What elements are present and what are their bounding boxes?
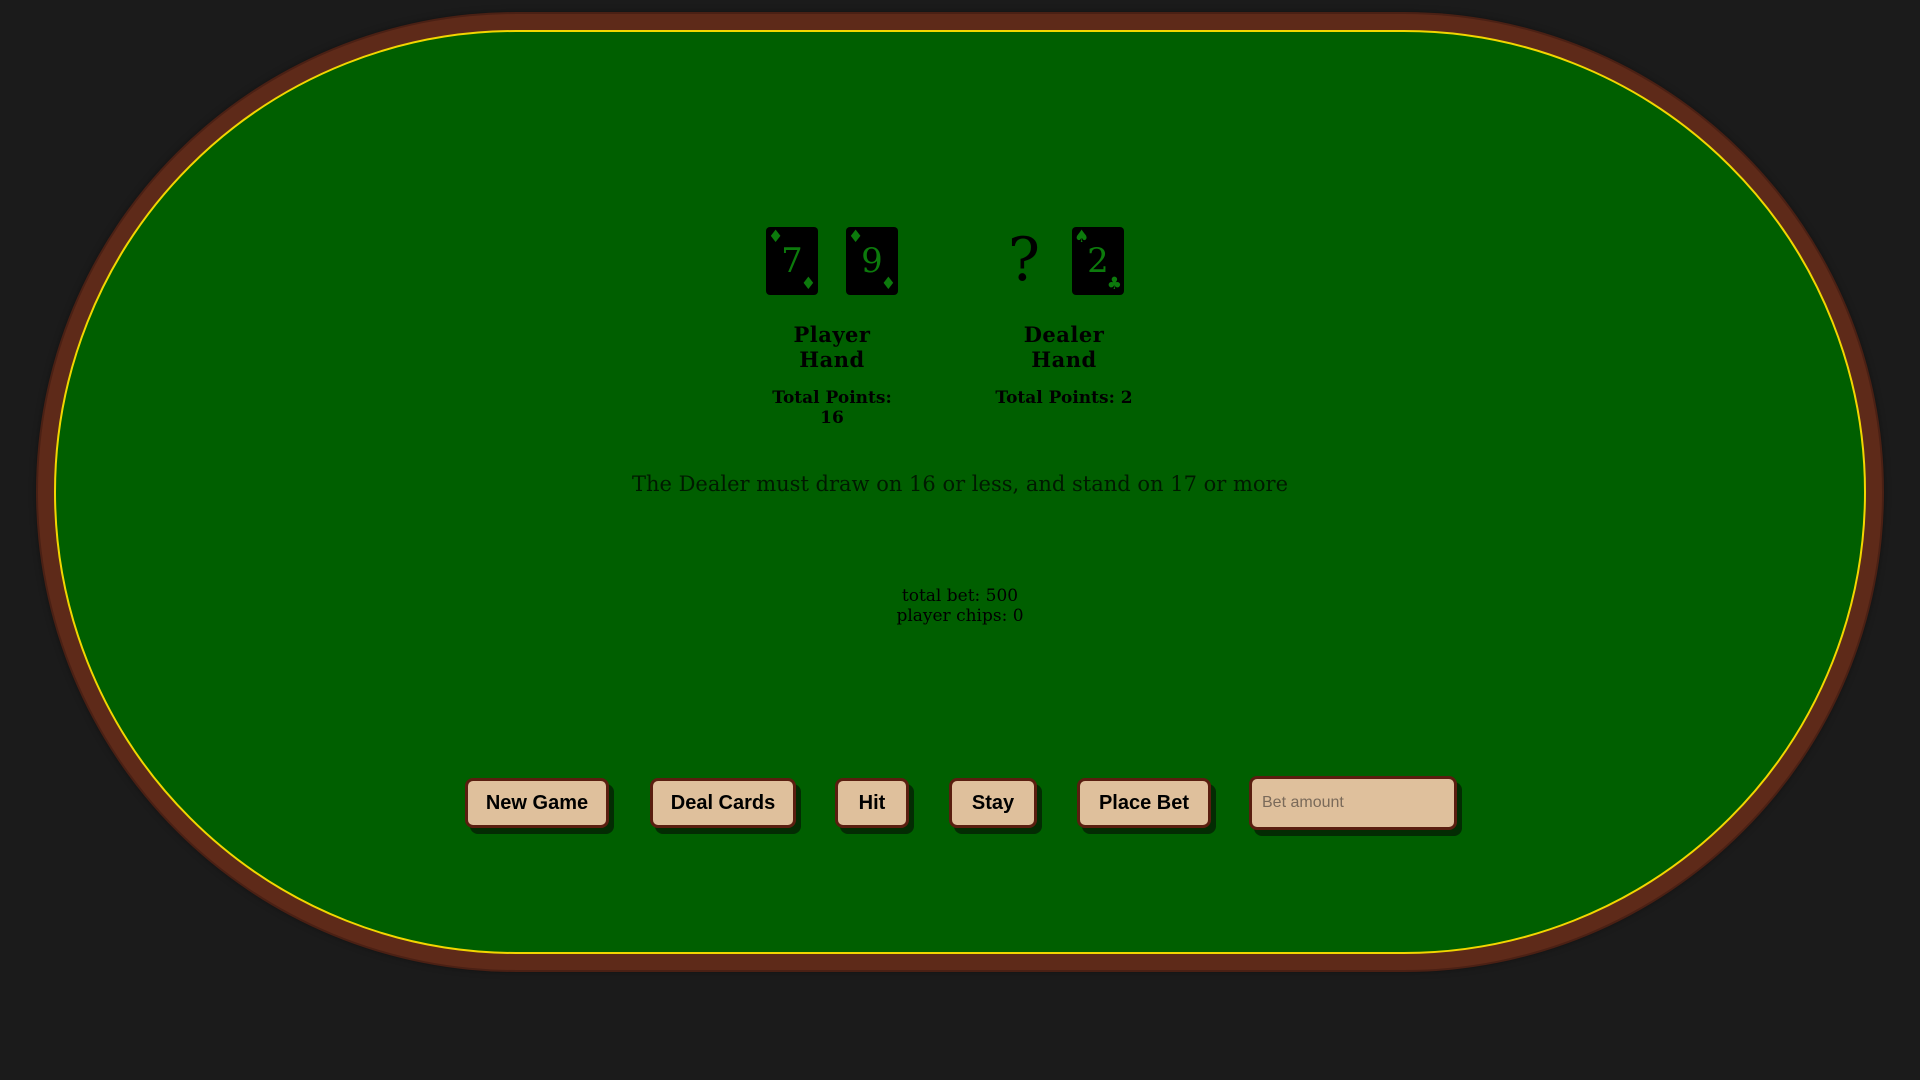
diamond-icon: ♦ — [800, 274, 816, 294]
dealer-card-1: ♠ 2 ♣ — [1072, 227, 1124, 295]
hit-button[interactable]: Hit — [835, 778, 909, 828]
diamond-icon: ♦ — [768, 227, 784, 247]
bet-stats: total bet: 500 player chips: 0 — [56, 586, 1864, 626]
player-hand-title: Player Hand — [793, 322, 871, 372]
dealer-hidden-card: ? — [1007, 225, 1041, 295]
diamond-icon: ♦ — [880, 274, 896, 294]
club-icon: ♣ — [1106, 274, 1122, 294]
table-felt: ♦ 7 ♦ ♦ 9 ♦ Player Hand Total Points: 16… — [54, 30, 1866, 954]
new-game-button[interactable]: New Game — [465, 778, 609, 828]
poker-table: ♦ 7 ♦ ♦ 9 ♦ Player Hand Total Points: 16… — [38, 14, 1882, 970]
dealer-total-points: Total Points: 2 — [995, 388, 1133, 408]
card-rank: 2 — [1087, 241, 1109, 281]
player-card-1: ♦ 7 ♦ — [766, 227, 818, 295]
bet-amount-input[interactable] — [1249, 776, 1457, 830]
stay-button[interactable]: Stay — [949, 778, 1037, 828]
spade-icon: ♠ — [1074, 227, 1090, 247]
controls-bar: New Game Deal Cards Hit Stay Place Bet — [56, 776, 1864, 838]
dealer-hand-title: Dealer Hand — [1023, 322, 1105, 372]
dealer-cards: ? ♠ 2 ♣ — [994, 226, 1134, 296]
player-cards: ♦ 7 ♦ ♦ 9 ♦ — [759, 226, 905, 296]
card-rank: 7 — [781, 241, 803, 281]
player-hand: ♦ 7 ♦ ♦ 9 ♦ Player Hand Total Points: 16 — [759, 226, 905, 428]
place-bet-button[interactable]: Place Bet — [1077, 778, 1211, 828]
player-total-points: Total Points: 16 — [772, 388, 892, 428]
player-card-2: ♦ 9 ♦ — [846, 227, 898, 295]
dealer-hand: ? ♠ 2 ♣ Dealer Hand Total Points: 2 — [994, 226, 1134, 408]
total-bet: total bet: 500 — [901, 586, 1019, 606]
player-chips: player chips: 0 — [896, 606, 1024, 626]
deal-cards-button[interactable]: Deal Cards — [650, 778, 796, 828]
card-rank: 9 — [861, 241, 883, 281]
diamond-icon: ♦ — [848, 227, 864, 247]
dealer-rule-text: The Dealer must draw on 16 or less, and … — [631, 472, 1289, 496]
